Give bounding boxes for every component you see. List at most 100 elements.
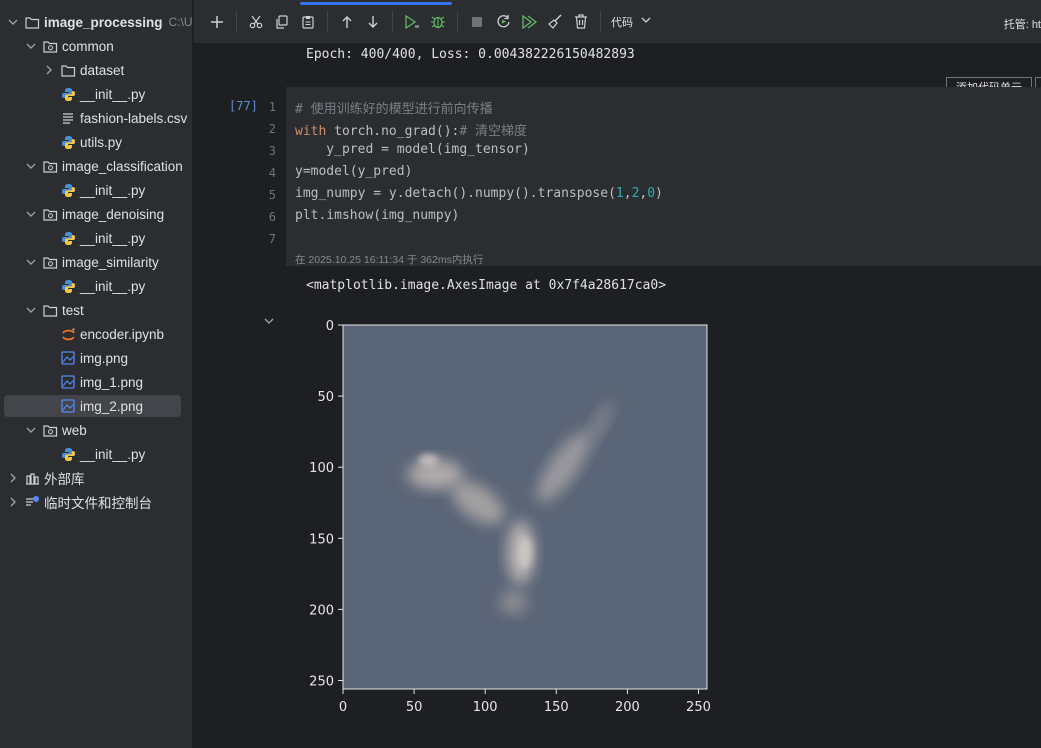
line-number: 3 <box>268 144 276 158</box>
line-number: 2 <box>268 122 276 136</box>
line-number: 4 <box>268 166 276 180</box>
folder-icon <box>24 14 40 30</box>
chevron-down-icon[interactable] <box>24 209 38 219</box>
restart-kernel-icon[interactable] <box>490 9 516 35</box>
x-tick-label: 0 <box>339 700 347 715</box>
tree-item-fashion-labels[interactable]: fashion-labels.csv <box>60 107 187 129</box>
line-number: 1 <box>268 100 276 114</box>
tree-item-image-denoising[interactable]: image_denoising <box>24 203 164 225</box>
chevron-down-icon[interactable] <box>24 257 38 267</box>
library-icon <box>24 470 40 486</box>
code-number: 0 <box>647 186 656 201</box>
code-text: , <box>623 186 632 201</box>
tree-item-scratches-consoles[interactable]: 临时文件和控制台 <box>6 491 152 513</box>
python-file-icon <box>60 134 76 150</box>
collapse-output-chevron-icon[interactable] <box>264 316 274 329</box>
code-line-6[interactable]: plt.imshow(img_numpy) <box>295 208 459 223</box>
y-tick-label: 250 <box>309 674 334 689</box>
copy-icon[interactable] <box>269 9 295 35</box>
tree-item-init-similarity[interactable]: __init__.py <box>60 275 145 297</box>
execution-count: [77] <box>229 99 258 113</box>
folder-icon <box>42 302 58 318</box>
tree-item-utils[interactable]: utils.py <box>60 131 122 153</box>
tree-item-label: image_classification <box>62 158 183 174</box>
notebook-toolbar: 代码 托管: ht <box>194 0 1041 44</box>
code-comment: # 使用训练好的模型进行前向传播 <box>295 102 493 117</box>
add-cell-icon[interactable] <box>204 9 230 35</box>
debug-icon[interactable] <box>425 9 451 35</box>
tree-item-dataset[interactable]: dataset <box>42 59 124 81</box>
code-comment: # 清空梯度 <box>459 124 528 139</box>
code-line-5[interactable]: img_numpy = y.detach().numpy().transpose… <box>295 186 663 201</box>
tree-item-external-libraries[interactable]: 外部库 <box>6 467 85 489</box>
jupyter-notebook-icon <box>60 326 76 342</box>
move-up-icon[interactable] <box>334 9 360 35</box>
cell-output-text: <matplotlib.image.AxesImage at 0x7f4a286… <box>306 278 667 293</box>
root-path: C:\U <box>168 15 193 29</box>
cut-icon[interactable] <box>243 9 269 35</box>
tree-item-image-similarity[interactable]: image_similarity <box>24 251 159 273</box>
toolbar-divider <box>392 11 393 32</box>
previous-cell-output: Epoch: 400/400, Loss: 0.0043822261504828… <box>306 47 635 62</box>
tree-item-encoder-notebook[interactable]: encoder.ipynb <box>60 323 164 345</box>
y-tick-label: 0 <box>326 319 334 334</box>
tree-item-common[interactable]: common <box>24 35 114 57</box>
module-folder-icon <box>42 158 58 174</box>
tree-item-image-classification[interactable]: image_classification <box>24 155 183 177</box>
x-tick-label: 250 <box>686 700 711 715</box>
python-file-icon <box>60 182 76 198</box>
clear-outputs-icon[interactable] <box>542 9 568 35</box>
managed-server-label[interactable]: 托管: ht <box>1004 16 1041 32</box>
tree-item-label: fashion-labels.csv <box>80 110 188 126</box>
delete-cell-icon[interactable] <box>568 9 594 35</box>
tree-item-img-2[interactable]: img_2.png <box>4 395 181 417</box>
code-keyword: with <box>295 124 327 139</box>
tree-item-label: 临时文件和控制台 <box>44 496 152 511</box>
tree-item-label: utils.py <box>80 134 123 150</box>
move-down-icon[interactable] <box>360 9 386 35</box>
chevron-right-icon[interactable] <box>6 497 20 507</box>
chevron-right-icon[interactable] <box>6 473 20 483</box>
chevron-down-icon[interactable] <box>24 305 38 315</box>
tree-item-img-1[interactable]: img_1.png <box>60 371 143 393</box>
chevron-down-icon[interactable] <box>24 161 38 171</box>
tree-item-init-denoising[interactable]: __init__.py <box>60 227 145 249</box>
tree-root[interactable]: image_processing C:\U <box>6 11 193 33</box>
python-file-icon <box>60 278 76 294</box>
x-tick-label: 200 <box>615 700 640 715</box>
python-file-icon <box>60 86 76 102</box>
y-tick-label: 50 <box>317 390 334 405</box>
y-tick-label: 200 <box>309 603 334 618</box>
chevron-down-icon[interactable] <box>24 41 38 51</box>
tree-item-test[interactable]: test <box>24 299 84 321</box>
paste-icon[interactable] <box>295 9 321 35</box>
run-all-icon[interactable] <box>516 9 542 35</box>
chevron-down-icon[interactable] <box>6 17 20 27</box>
image-pixels <box>343 325 707 689</box>
tree-item-init-web[interactable]: __init__.py <box>60 443 145 465</box>
stop-icon[interactable] <box>464 9 490 35</box>
tree-item-init-classification[interactable]: __init__.py <box>60 179 145 201</box>
code-line-1[interactable]: # 使用训练好的模型进行前向传播 <box>295 98 493 117</box>
code-line-3[interactable]: y_pred = model(img_tensor) <box>295 142 530 157</box>
python-file-icon <box>60 446 76 462</box>
chevron-down-icon[interactable] <box>24 425 38 435</box>
image-blob <box>418 454 439 467</box>
tree-item-img[interactable]: img.png <box>60 347 128 369</box>
tree-item-init-common[interactable]: __init__.py <box>60 83 145 105</box>
image-file-icon <box>60 398 76 414</box>
tree-item-label: img_2.png <box>80 398 144 414</box>
toolbar-divider <box>236 11 237 32</box>
tree-item-web[interactable]: web <box>24 419 87 441</box>
code-line-4[interactable]: y=model(y_pred) <box>295 164 412 179</box>
tree-item-label: img.png <box>80 350 129 366</box>
y-tick-label: 150 <box>309 532 334 547</box>
cell-type-select[interactable]: 代码 <box>611 14 651 30</box>
code-text: img_numpy = y.detach().numpy().transpose… <box>295 186 616 201</box>
run-cell-icon[interactable] <box>399 9 425 35</box>
tree-item-label: __init__.py <box>80 182 146 198</box>
toolbar-divider <box>327 11 328 32</box>
chevron-right-icon[interactable] <box>42 65 56 75</box>
code-line-2[interactable]: with torch.no_grad():# 清空梯度 <box>295 120 527 139</box>
tree-item-label: __init__.py <box>80 446 146 462</box>
